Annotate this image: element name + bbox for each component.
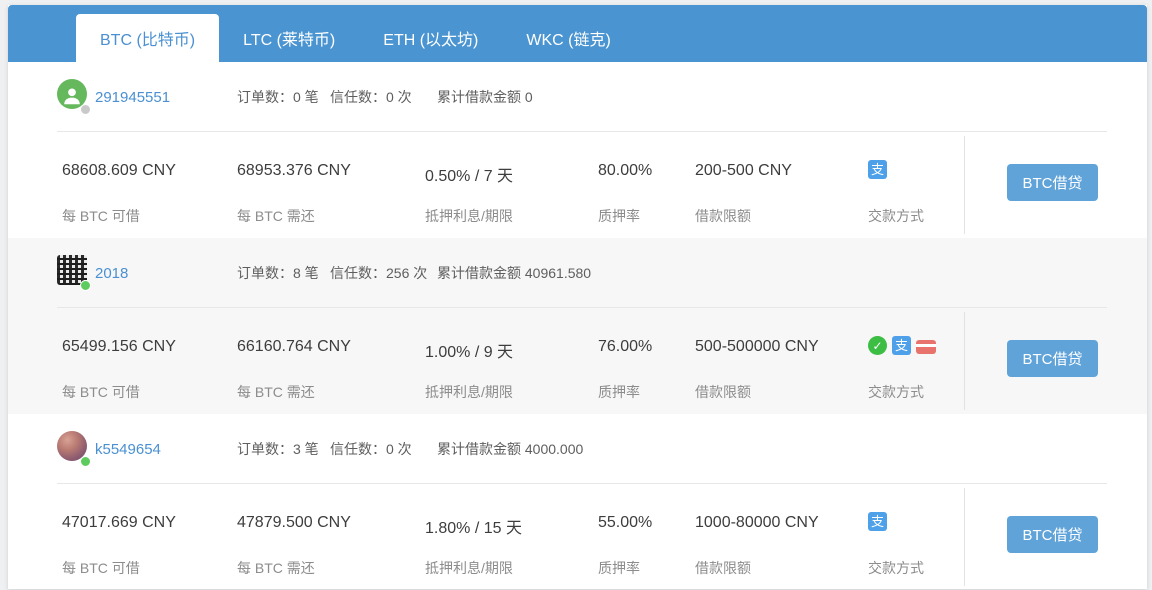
tab-btc[interactable]: BTC (比特币): [76, 14, 219, 62]
lend-amount: 65499.156 CNY: [62, 338, 176, 356]
loan-limit: 500-500000 CNY: [695, 338, 819, 356]
vertical-divider: [964, 488, 965, 586]
tab-ltc[interactable]: LTC (莱特币): [219, 14, 359, 62]
payment-methods-label: 交款方式: [868, 558, 924, 578]
payment-method-icons: ✓支: [868, 336, 941, 355]
pledge-rate: 55.00%: [598, 514, 652, 532]
order-count: 订单数：3 笔: [237, 414, 319, 484]
payment-methods-label: 交款方式: [868, 382, 924, 402]
trust-count: 信任数：0 次: [330, 62, 412, 132]
interest-term-label: 抵押利息/期限: [425, 558, 513, 578]
currency-tab-bar: BTC (比特币) LTC (莱特币) ETH (以太坊) WKC (链克): [8, 5, 1147, 62]
order-count: 订单数：8 笔: [237, 238, 319, 308]
lend-amount: 47017.669 CNY: [62, 514, 176, 532]
pledge-rate-label: 质押率: [598, 382, 640, 402]
offer-row: 47017.669 CNY 每 BTC 可借 47879.500 CNY 每 B…: [8, 484, 1147, 590]
payment-method-icons: 支: [868, 512, 892, 531]
total-borrowed: 累计借款金额 0: [437, 62, 533, 132]
loan-limit-label: 借款限额: [695, 206, 751, 226]
loan-limit: 200-500 CNY: [695, 162, 792, 180]
vertical-divider: [964, 312, 965, 410]
trust-count: 信任数：0 次: [330, 414, 412, 484]
alipay-icon: 支: [868, 160, 887, 179]
repay-amount-label: 每 BTC 需还: [237, 558, 315, 578]
btc-borrow-button[interactable]: BTC借贷: [1007, 340, 1098, 377]
repay-amount: 66160.764 CNY: [237, 338, 351, 356]
repay-amount-label: 每 BTC 需还: [237, 206, 315, 226]
repay-amount: 68953.376 CNY: [237, 162, 351, 180]
repay-amount-label: 每 BTC 需还: [237, 382, 315, 402]
interest-term-label: 抵押利息/期限: [425, 382, 513, 402]
repay-amount: 47879.500 CNY: [237, 514, 351, 532]
tab-wkc[interactable]: WKC (链克): [502, 14, 634, 62]
payment-method-icons: 支: [868, 160, 892, 179]
offer-row: 65499.156 CNY 每 BTC 可借 66160.764 CNY 每 B…: [8, 308, 1147, 414]
order-count: 订单数：0 笔: [237, 62, 319, 132]
listing-group: 291945551 订单数：0 笔 信任数：0 次 累计借款金额 0 68608…: [8, 62, 1147, 238]
interest-term: 1.80% / 15 天: [425, 514, 522, 538]
lend-amount-label: 每 BTC 可借: [62, 382, 140, 402]
lend-amount: 68608.609 CNY: [62, 162, 176, 180]
alipay-icon: 支: [892, 336, 911, 355]
total-borrowed: 累计借款金额 4000.000: [437, 414, 583, 484]
bankcard-icon: [916, 340, 936, 354]
user-row: 2018 订单数：8 笔 信任数：256 次 累计借款金额 40961.580: [8, 238, 1147, 308]
username-link[interactable]: 291945551: [95, 62, 170, 132]
username-link[interactable]: k5549654: [95, 414, 161, 484]
pledge-rate: 80.00%: [598, 162, 652, 180]
status-dot: [80, 280, 91, 291]
avatar[interactable]: [57, 431, 93, 471]
avatar[interactable]: [57, 255, 93, 295]
lend-amount-label: 每 BTC 可借: [62, 206, 140, 226]
payment-methods-label: 交款方式: [868, 206, 924, 226]
user-row: k5549654 订单数：3 笔 信任数：0 次 累计借款金额 4000.000: [8, 414, 1147, 484]
username-link[interactable]: 2018: [95, 238, 128, 308]
avatar[interactable]: [57, 79, 93, 119]
interest-term: 1.00% / 9 天: [425, 338, 513, 362]
pledge-rate-label: 质押率: [598, 558, 640, 578]
pledge-rate: 76.00%: [598, 338, 652, 356]
loan-limit: 1000-80000 CNY: [695, 514, 819, 532]
listing-group: 2018 订单数：8 笔 信任数：256 次 累计借款金额 40961.580 …: [8, 238, 1147, 414]
wechat-icon: ✓: [868, 336, 887, 355]
vertical-divider: [964, 136, 965, 234]
pledge-rate-label: 质押率: [598, 206, 640, 226]
tab-eth[interactable]: ETH (以太坊): [359, 14, 502, 62]
person-icon: [61, 85, 83, 107]
status-dot: [80, 104, 91, 115]
trust-count: 信任数：256 次: [330, 238, 427, 308]
offer-row: 68608.609 CNY 每 BTC 可借 68953.376 CNY 每 B…: [8, 132, 1147, 238]
status-dot: [80, 456, 91, 467]
total-borrowed: 累计借款金额 40961.580: [437, 238, 591, 308]
lending-card: BTC (比特币) LTC (莱特币) ETH (以太坊) WKC (链克) 2…: [8, 5, 1147, 589]
interest-term-label: 抵押利息/期限: [425, 206, 513, 226]
listing-group: k5549654 订单数：3 笔 信任数：0 次 累计借款金额 4000.000…: [8, 414, 1147, 590]
loan-limit-label: 借款限额: [695, 558, 751, 578]
btc-borrow-button[interactable]: BTC借贷: [1007, 516, 1098, 553]
alipay-icon: 支: [868, 512, 887, 531]
loan-limit-label: 借款限额: [695, 382, 751, 402]
user-row: 291945551 订单数：0 笔 信任数：0 次 累计借款金额 0: [8, 62, 1147, 132]
lend-amount-label: 每 BTC 可借: [62, 558, 140, 578]
btc-borrow-button[interactable]: BTC借贷: [1007, 164, 1098, 201]
interest-term: 0.50% / 7 天: [425, 162, 513, 186]
